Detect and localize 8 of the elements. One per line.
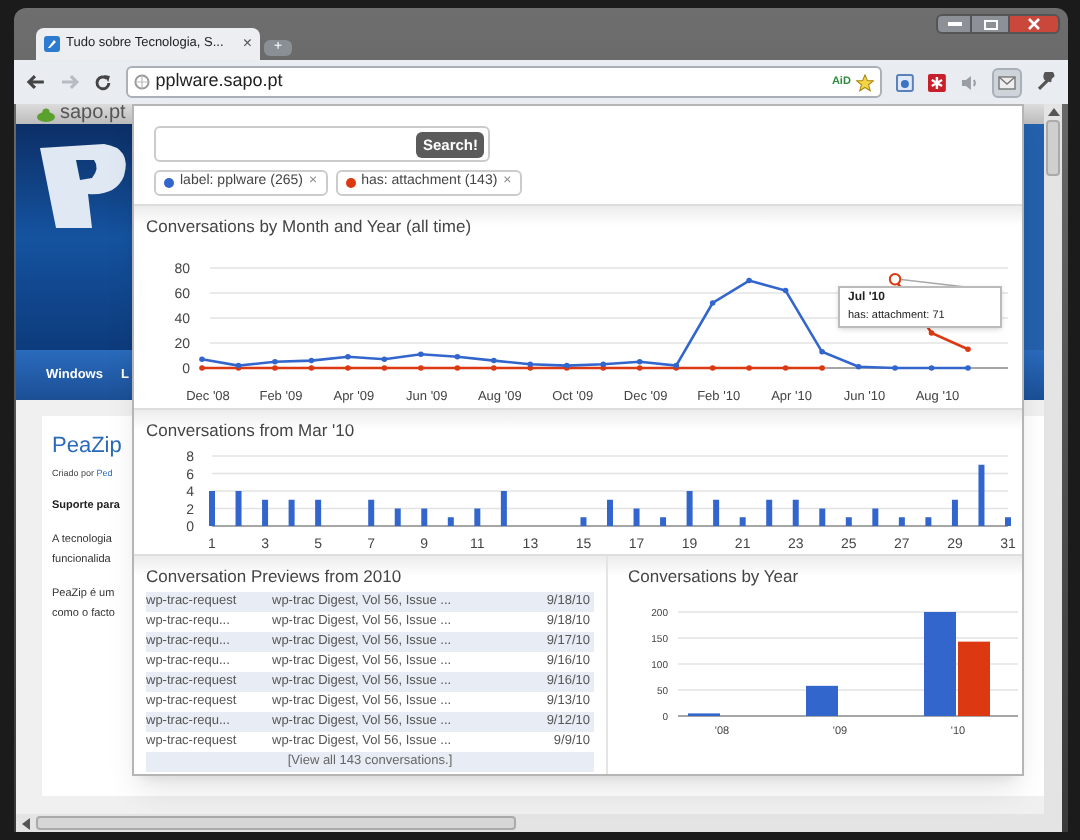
chart-title: Conversations by Year	[626, 564, 801, 586]
tab-close-icon[interactable]: ×	[242, 36, 252, 52]
article-title[interactable]: PeaZip	[52, 436, 122, 458]
chart-title: Conversations from Mar '10	[144, 418, 357, 440]
chart-title: Conversations by Month and Year (all time)	[144, 214, 474, 236]
section-title: Conversation Previews from 2010	[146, 564, 404, 590]
site-name[interactable]: sapo.pt	[60, 104, 126, 124]
url-text: pplware.sapo.pt	[155, 68, 283, 95]
